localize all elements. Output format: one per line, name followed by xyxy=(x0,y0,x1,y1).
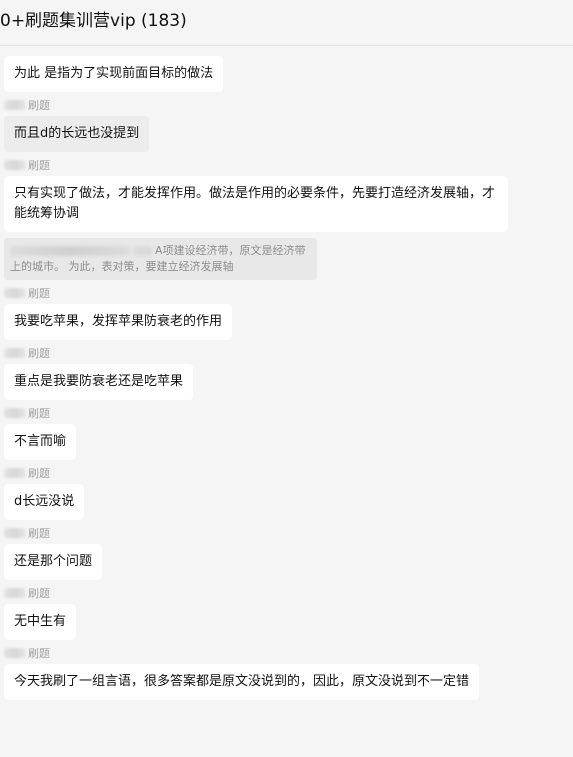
sender-group-label: 刷题 xyxy=(28,647,50,660)
message-bubble[interactable]: 无中生有 xyxy=(4,604,77,640)
sender-name: 刷题 xyxy=(4,286,573,300)
blurred-quote-author xyxy=(10,246,130,256)
message-item: 刷题 d长远没说 xyxy=(4,466,573,520)
blurred-nickname xyxy=(4,288,26,298)
chat-header: 0+刷题集训营vip (183) xyxy=(0,0,573,46)
sender-group-label: 刷题 xyxy=(28,159,50,172)
sender-name: 刷题 xyxy=(4,98,573,112)
blurred-quote-author xyxy=(133,246,152,256)
quote-line: A项建设经济带，原文是经济带 xyxy=(155,244,306,257)
message-item: 刷题 只有实现了做法，才能发挥作用。做法是作用的必要条件，先要打造经济发展轴，才… xyxy=(4,158,573,280)
group-title[interactable]: 0+刷题集训营vip (183) xyxy=(0,6,187,31)
message-item: 刷题 还是那个问题 xyxy=(4,526,573,580)
sender-name: 刷题 xyxy=(4,526,573,540)
sender-name: 刷题 xyxy=(4,158,573,172)
message-item: 刷题 无中生有 xyxy=(4,586,573,640)
sender-name: 刷题 xyxy=(4,646,573,660)
message-item: 刷题 今天我刷了一组言语，很多答案都是原文没说到的，因此，原文没说到不一定错 xyxy=(4,646,573,700)
message-item: 刷题 我要吃苹果，发挥苹果防衰老的作用 xyxy=(4,286,573,340)
quote-line: 上的城市。 为此，表对策，要建立经济发展轴 xyxy=(10,260,234,273)
blurred-nickname xyxy=(4,408,26,418)
blurred-nickname xyxy=(4,160,26,170)
message-bubble[interactable]: 我要吃苹果，发挥苹果防衰老的作用 xyxy=(4,304,233,340)
message-bubble[interactable]: d长远没说 xyxy=(4,484,85,520)
message-item: 为此 是指为了实现前面目标的做法 xyxy=(4,52,573,92)
message-bubble[interactable]: 而且d的长远也没提到 xyxy=(4,116,150,152)
blurred-nickname xyxy=(4,528,26,538)
sender-name: 刷题 xyxy=(4,586,573,600)
sender-group-label: 刷题 xyxy=(28,407,50,420)
sender-group-label: 刷题 xyxy=(28,587,50,600)
message-bubble[interactable]: 重点是我要防衰老还是吃苹果 xyxy=(4,364,194,400)
sender-group-label: 刷题 xyxy=(28,99,50,112)
sender-name: 刷题 xyxy=(4,406,573,420)
blurred-nickname xyxy=(4,588,26,598)
message-bubble[interactable]: 今天我刷了一组言语，很多答案都是原文没说到的，因此，原文没说到不一定错 xyxy=(4,664,480,700)
message-item: 刷题 不言而喻 xyxy=(4,406,573,460)
blurred-nickname xyxy=(4,468,26,478)
sender-group-label: 刷题 xyxy=(28,527,50,540)
message-item: 刷题 重点是我要防衰老还是吃苹果 xyxy=(4,346,573,400)
quoted-message[interactable]: A项建设经济带，原文是经济带 上的城市。 为此，表对策，要建立经济发展轴 xyxy=(4,238,317,280)
message-bubble[interactable]: 只有实现了做法，才能发挥作用。做法是作用的必要条件，先要打造经济发展轴，才能统筹… xyxy=(4,176,508,232)
message-list[interactable]: 为此 是指为了实现前面目标的做法 刷题 而且d的长远也没提到 刷题 只有实现了做… xyxy=(0,52,573,700)
sender-group-label: 刷题 xyxy=(28,347,50,360)
sender-name: 刷题 xyxy=(4,466,573,480)
blurred-nickname xyxy=(4,648,26,658)
sender-name: 刷题 xyxy=(4,346,573,360)
message-bubble[interactable]: 还是那个问题 xyxy=(4,544,103,580)
sender-group-label: 刷题 xyxy=(28,467,50,480)
message-bubble[interactable]: 不言而喻 xyxy=(4,424,77,460)
blurred-nickname xyxy=(4,348,26,358)
message-bubble[interactable]: 为此 是指为了实现前面目标的做法 xyxy=(4,56,224,92)
message-item: 刷题 而且d的长远也没提到 xyxy=(4,98,573,152)
blurred-nickname xyxy=(4,100,26,110)
sender-group-label: 刷题 xyxy=(28,287,50,300)
